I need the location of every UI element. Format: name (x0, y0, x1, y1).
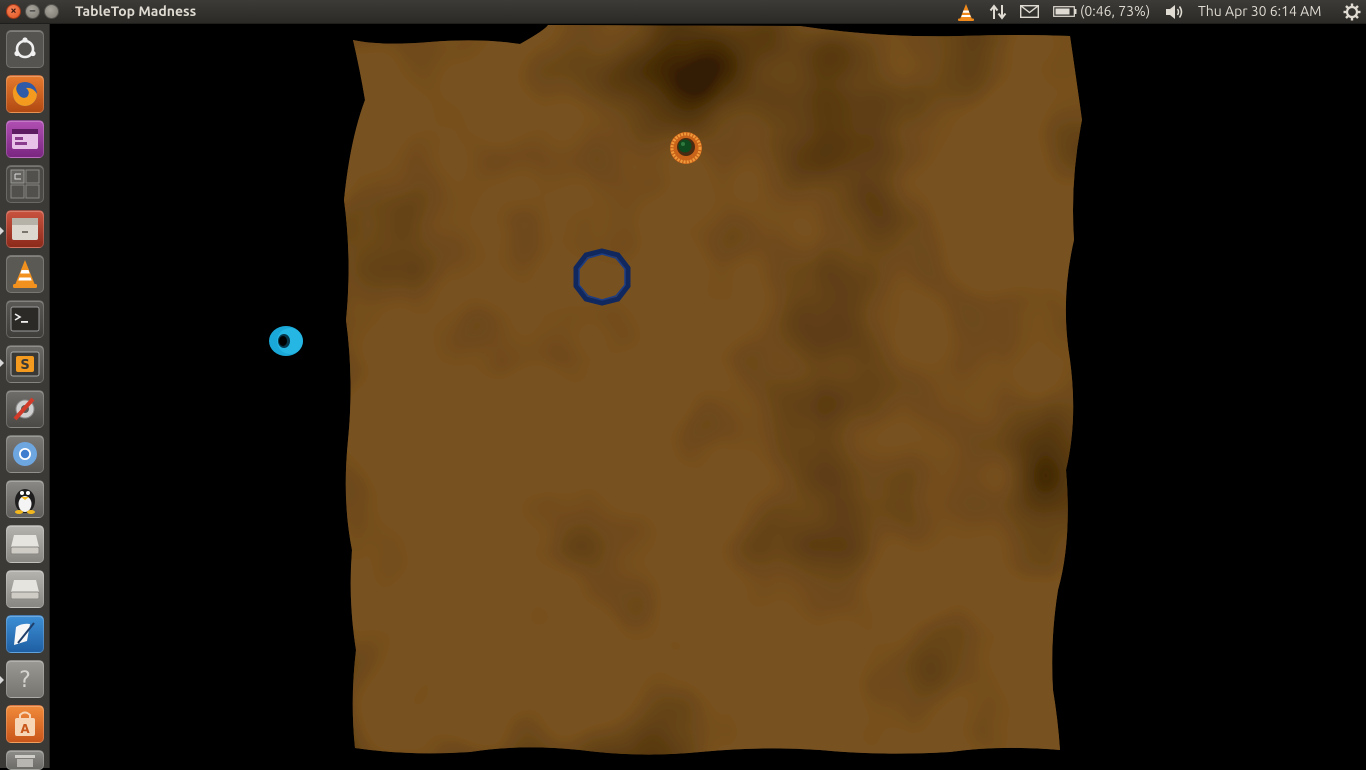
launcher-pidgin-tux[interactable] (6, 480, 44, 518)
settings-icon (13, 397, 35, 421)
ring-cyan[interactable] (269, 326, 303, 356)
trash-icon (15, 755, 35, 767)
svg-text:S: S (20, 358, 29, 373)
gear-session-icon[interactable] (1343, 3, 1361, 21)
svg-text:?: ? (19, 668, 31, 693)
launcher-system-settings[interactable] (6, 390, 44, 428)
running-indicator (0, 676, 4, 684)
launcher-terminal[interactable] (6, 300, 44, 338)
launcher-help[interactable]: ? (6, 660, 44, 698)
launcher-archive-manager[interactable] (6, 210, 44, 248)
game-board-canvas[interactable] (51, 24, 1366, 768)
edit-icon (14, 622, 35, 645)
launcher-sublime-text[interactable]: S (6, 345, 44, 383)
network-arrows-icon[interactable] (988, 2, 1008, 22)
hard-drive-icon (10, 535, 40, 555)
svg-text:A: A (20, 722, 30, 736)
launcher-chromium[interactable] (6, 435, 44, 473)
game-viewport[interactable] (51, 24, 1366, 768)
firefox-icon (12, 82, 37, 106)
board-texture (344, 25, 1082, 755)
launcher-trash[interactable] (6, 750, 44, 770)
minimize-window-button[interactable]: – (25, 4, 40, 19)
launcher-unity-webapps[interactable] (6, 120, 44, 158)
running-indicator (0, 359, 4, 367)
question-icon: ? (19, 668, 31, 693)
launcher-vlc[interactable] (6, 255, 44, 293)
volume-icon[interactable] (1165, 3, 1185, 21)
hard-drive-icon (10, 580, 40, 600)
player-token-orange[interactable] (670, 132, 702, 164)
launcher-dash-home[interactable] (6, 30, 44, 68)
launcher-text-editor[interactable] (6, 615, 44, 653)
tux-penguin-icon (15, 489, 35, 514)
launcher-drive-2[interactable] (6, 570, 44, 608)
close-window-button[interactable]: × (6, 4, 21, 19)
running-indicator (0, 227, 4, 235)
file-cabinet-icon (12, 218, 38, 240)
mail-icon[interactable] (1020, 5, 1039, 18)
vlc-icon[interactable] (956, 2, 976, 22)
battery-icon[interactable] (1053, 6, 1077, 17)
shopping-bag-icon: A (15, 711, 35, 736)
launcher-firefox[interactable] (6, 75, 44, 113)
unity-launcher: S ? A (0, 24, 50, 770)
game-board (344, 25, 1082, 755)
sublime-icon: S (10, 351, 40, 377)
window-title: TableTop Madness (75, 3, 197, 19)
ubuntu-logo-icon (14, 37, 36, 59)
terminal-icon (10, 306, 40, 332)
launcher-software-center[interactable]: A (6, 705, 44, 743)
chromium-icon (13, 442, 37, 466)
vlc-cone-icon (13, 260, 37, 288)
clock[interactable]: Thu Apr 30 6:14 AM (1198, 3, 1321, 21)
workspace-grid-icon (10, 169, 40, 199)
purple-app-icon (12, 129, 38, 149)
launcher-drive-1[interactable] (6, 525, 44, 563)
battery-status-text: (0:46, 73%) (1080, 3, 1151, 19)
maximize-window-button[interactable] (44, 4, 59, 19)
top-panel: × – TableTop Madness (0:46, 73%) Thu Apr… (0, 0, 1366, 24)
launcher-workspace-switcher[interactable] (6, 165, 44, 203)
